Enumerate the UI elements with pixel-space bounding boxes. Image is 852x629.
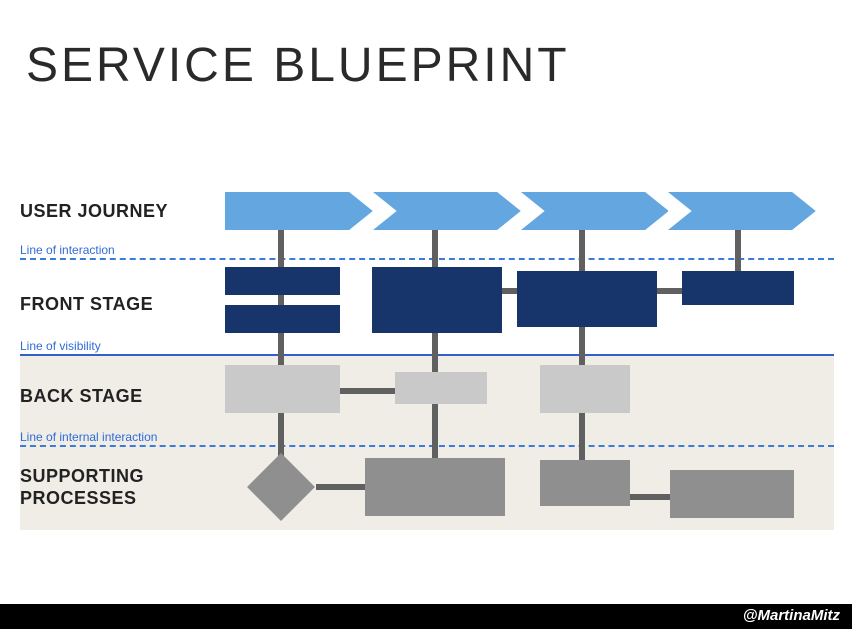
front-stage-box-2: [372, 267, 502, 333]
line-label-internal: Line of internal interaction: [20, 430, 157, 444]
line-of-visibility: [20, 354, 834, 356]
front-stage-box-1b: [225, 305, 340, 333]
support-box-2: [365, 458, 505, 516]
journey-step-2: [373, 192, 521, 230]
journey-step-1: [225, 192, 373, 230]
back-stage-box-2: [395, 372, 487, 404]
row-label-user-journey: USER JOURNEY: [20, 201, 168, 222]
support-box-3: [540, 460, 630, 506]
row-label-front-stage: FRONT STAGE: [20, 294, 153, 315]
user-journey-arrows: [225, 192, 816, 230]
back-stage-box-1: [225, 365, 340, 413]
back-stage-box-3: [540, 365, 630, 413]
footer-credit: @MartinaMitz: [0, 604, 852, 629]
row-label-supporting-text: SUPPORTING PROCESSES: [20, 466, 144, 508]
line-of-interaction: [20, 258, 834, 260]
row-label-supporting: SUPPORTING PROCESSES: [20, 466, 144, 509]
line-label-visibility: Line of visibility: [20, 339, 101, 353]
line-label-interaction: Line of interaction: [20, 243, 115, 257]
front-stage-box-4: [682, 271, 794, 305]
journey-step-4: [668, 192, 816, 230]
row-label-back-stage: BACK STAGE: [20, 386, 143, 407]
page-title: SERVICE BLUEPRINT: [26, 38, 570, 93]
support-box-4: [670, 470, 794, 518]
front-stage-box-3: [517, 271, 657, 327]
line-of-internal-interaction: [20, 445, 834, 447]
journey-step-3: [521, 192, 669, 230]
front-stage-box-1a: [225, 267, 340, 295]
